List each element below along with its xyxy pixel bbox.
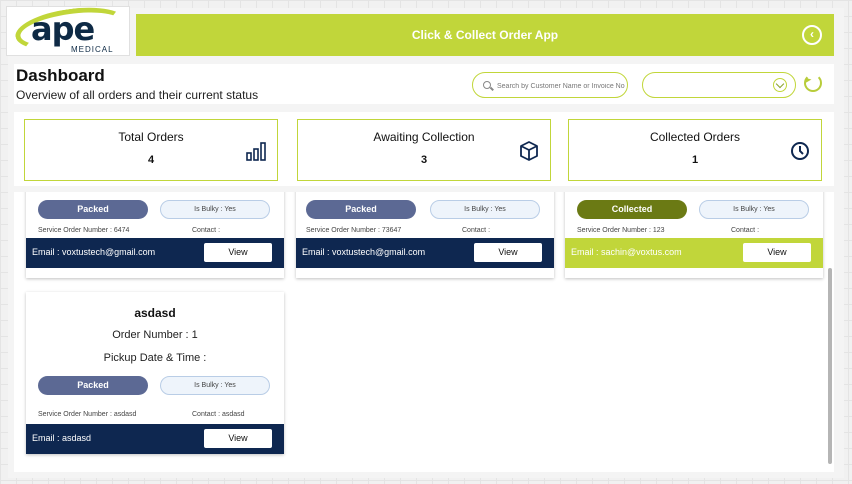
order-card: Packed Is Bulky : Yes Service Order Numb…: [296, 192, 554, 278]
customer-name: asdasd: [134, 306, 176, 320]
status-filter-dropdown[interactable]: [642, 72, 796, 98]
clock-icon: [791, 142, 809, 160]
view-button[interactable]: View: [743, 243, 811, 262]
page-title: Dashboard: [16, 66, 105, 85]
stat-collected-orders: Collected Orders 1: [568, 119, 822, 181]
status-badge: Packed: [38, 200, 148, 219]
status-badge: Packed: [306, 200, 416, 219]
stat-value: 1: [691, 154, 699, 166]
email: Email : asdasd: [32, 433, 92, 443]
email: Email : voxtustech@gmail.com: [32, 247, 156, 257]
pickup-date-time: Pickup Date & Time :: [103, 352, 207, 364]
app-title: Click & Collect Order App: [411, 28, 559, 42]
card-footer: Email : voxtustech@gmail.com View: [26, 238, 284, 268]
logo: ape MEDICAL: [6, 1, 130, 57]
orders-gallery: Packed Is Bulky : Yes Service Order Numb…: [14, 192, 834, 472]
email: Email : sachin@voxtus.com: [571, 247, 682, 257]
status-badge: Collected: [577, 200, 687, 219]
page-subtitle: Overview of all orders and their current…: [16, 88, 259, 102]
title-bar: Dashboard Overview of all orders and the…: [14, 64, 834, 104]
scrollbar[interactable]: [828, 268, 832, 464]
contact: Contact :: [192, 227, 221, 234]
bulky-badge: Is Bulky : Yes: [430, 200, 540, 219]
search-icon: [483, 81, 491, 89]
status-badge: Packed: [38, 376, 148, 395]
stat-value: 4: [147, 154, 155, 166]
stat-awaiting-collection: Awaiting Collection 3: [297, 119, 551, 181]
view-button[interactable]: View: [474, 243, 542, 262]
contact: Contact : asdasd: [192, 411, 245, 418]
bulky-badge: Is Bulky : Yes: [160, 376, 270, 395]
box-icon: [520, 141, 538, 161]
stat-value: 3: [420, 154, 428, 166]
contact: Contact :: [462, 227, 491, 234]
email: Email : voxtustech@gmail.com: [302, 247, 426, 257]
logo-text: ape: [31, 10, 95, 48]
service-order-number: Service Order Number : 73647: [306, 227, 402, 234]
contact: Contact :: [731, 227, 760, 234]
card-footer: Email : asdasd View: [26, 424, 284, 454]
stat-label: Collected Orders: [649, 130, 741, 144]
view-button[interactable]: View: [204, 429, 272, 448]
card-footer: Email : sachin@voxtus.com View: [565, 238, 823, 268]
refresh-icon[interactable]: [804, 74, 822, 92]
order-number: Order Number : 1: [112, 329, 198, 341]
order-card: asdasd Order Number : 1 Pickup Date & Ti…: [26, 292, 284, 454]
stat-total-orders: Total Orders 4: [24, 119, 278, 181]
back-button[interactable]: ‹: [802, 25, 822, 45]
bulky-badge: Is Bulky : Yes: [160, 200, 270, 219]
bulky-badge: Is Bulky : Yes: [699, 200, 809, 219]
search-input[interactable]: [497, 79, 625, 93]
logo-subtext: MEDICAL: [71, 45, 114, 54]
card-footer: Email : voxtustech@gmail.com View: [296, 238, 554, 268]
service-order-number: Service Order Number : 123: [577, 227, 665, 234]
stat-label: Total Orders: [118, 130, 184, 144]
stats-row: Total Orders 4 Awaiting Collection 3 Col…: [14, 112, 834, 186]
service-order-number: Service Order Number : 6474: [38, 227, 130, 234]
order-card: Packed Is Bulky : Yes Service Order Numb…: [26, 192, 284, 278]
service-order-number: Service Order Number : asdasd: [38, 411, 137, 418]
search-box[interactable]: [472, 72, 628, 98]
bar-chart-icon: [246, 142, 266, 161]
app-header: Click & Collect Order App ‹: [136, 14, 834, 56]
view-button[interactable]: View: [204, 243, 272, 262]
chevron-down-icon[interactable]: [773, 78, 787, 92]
chevron-left-icon: ‹: [810, 27, 814, 41]
stat-label: Awaiting Collection: [373, 130, 475, 144]
order-card: Collected Is Bulky : Yes Service Order N…: [565, 192, 823, 278]
